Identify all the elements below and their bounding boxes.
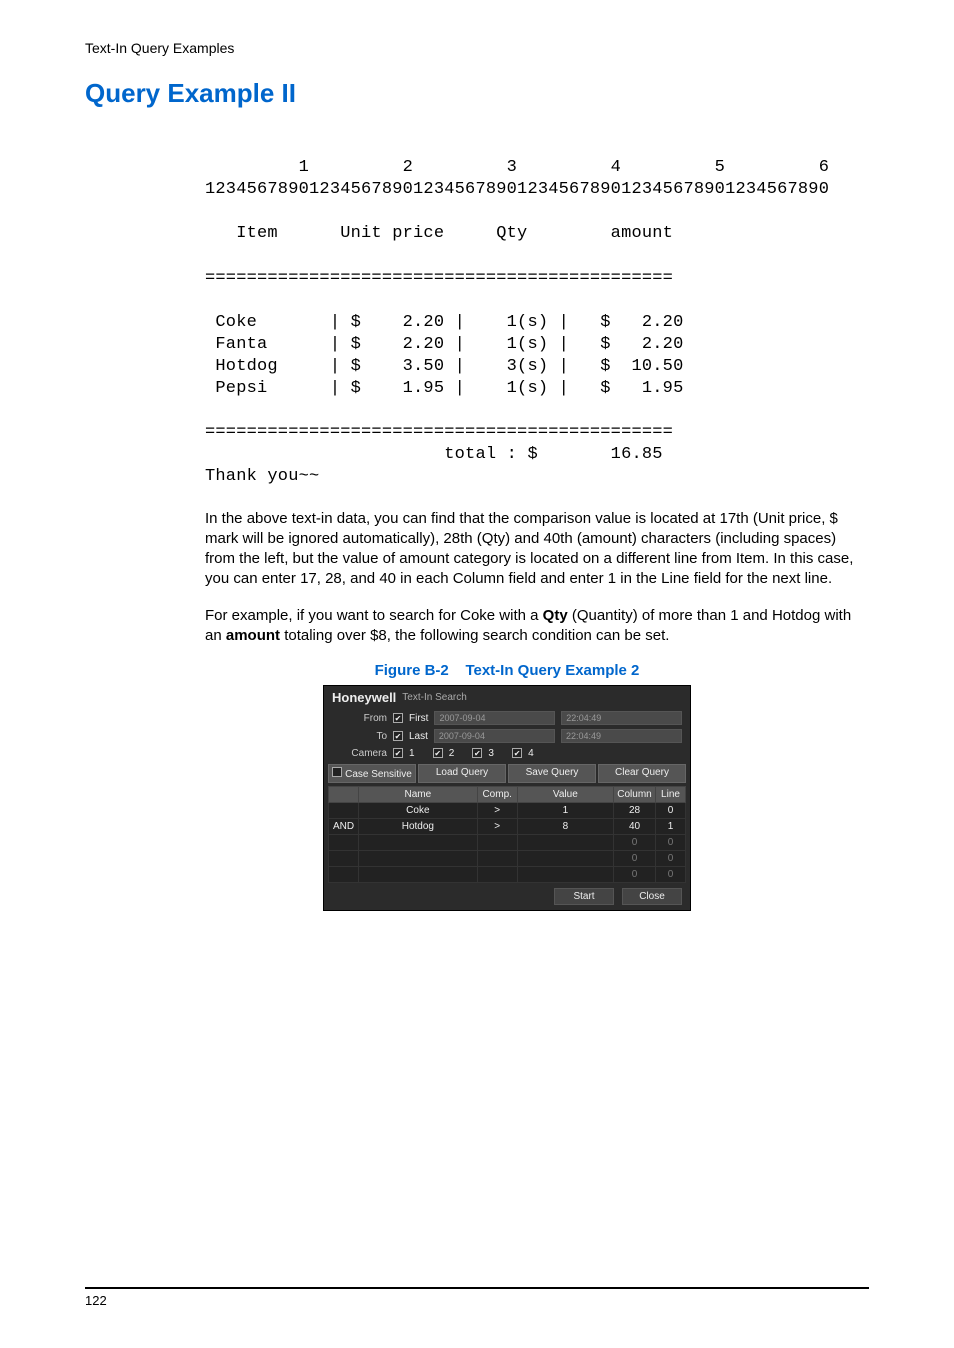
page-footer: 122	[85, 1287, 869, 1308]
receipt-line2: Fanta | $ 2.20 | 1(s) | $ 2.20	[205, 335, 683, 354]
first-label: First	[409, 713, 428, 724]
load-query-button[interactable]: Load Query	[418, 764, 506, 783]
to-date[interactable]: 2007-09-04	[434, 729, 555, 743]
col-line: Line	[656, 787, 686, 803]
table-row[interactable]: 00	[329, 851, 686, 867]
receipt-line1: Coke | $ 2.20 | 1(s) | $ 2.20	[205, 313, 683, 332]
case-sensitive-checkbox[interactable]	[332, 767, 342, 777]
ruler-tens: 1 2 3 4 5 6	[205, 158, 829, 177]
paragraph-1: In the above text-in data, you can find …	[205, 509, 869, 590]
last-label: Last	[409, 731, 428, 742]
receipt-block: 1 2 3 4 5 6 1234567890123456789012345678…	[205, 135, 869, 489]
col-column: Column	[614, 787, 656, 803]
from-date[interactable]: 2007-09-04	[434, 711, 555, 725]
col-value: Value	[517, 787, 613, 803]
paragraph-2: For example, if you want to search for C…	[205, 606, 869, 647]
from-time[interactable]: 22:04:49	[561, 711, 682, 725]
first-checkbox[interactable]	[393, 713, 403, 723]
receipt-sep: ========================================…	[205, 269, 673, 288]
page-title: Query Example II	[85, 78, 869, 109]
last-checkbox[interactable]	[393, 731, 403, 741]
to-label: To	[332, 731, 387, 742]
dialog-title: Text-In Search	[402, 692, 466, 703]
close-button[interactable]: Close	[622, 888, 682, 905]
page-number: 122	[85, 1293, 107, 1308]
table-row[interactable]: AND Hotdog > 8 40 1	[329, 819, 686, 835]
camera-4-checkbox[interactable]	[512, 748, 522, 758]
receipt-line4: Pepsi | $ 1.95 | 1(s) | $ 1.95	[205, 379, 683, 398]
dialog-brand: Honeywell	[332, 690, 396, 705]
receipt-header: Item Unit price Qty amount	[205, 224, 673, 243]
ruler-ones: 1234567890123456789012345678901234567890…	[205, 180, 829, 199]
col-op	[329, 787, 359, 803]
start-button[interactable]: Start	[554, 888, 614, 905]
case-sensitive-button[interactable]: Case Sensitive	[328, 764, 416, 783]
camera-3-checkbox[interactable]	[472, 748, 482, 758]
breadcrumb: Text-In Query Examples	[85, 40, 869, 56]
figure-caption: Figure B-2 Text-In Query Example 2	[145, 662, 869, 679]
camera-2-checkbox[interactable]	[433, 748, 443, 758]
save-query-button[interactable]: Save Query	[508, 764, 596, 783]
receipt-total: total : $ 16.85	[205, 445, 663, 464]
table-row[interactable]: 00	[329, 867, 686, 883]
receipt-line3: Hotdog | $ 3.50 | 3(s) | $ 10.50	[205, 357, 683, 376]
col-comp: Comp.	[477, 787, 517, 803]
search-dialog: Honeywell Text-In Search From First 2007…	[323, 685, 691, 911]
to-time[interactable]: 22:04:49	[561, 729, 682, 743]
table-row[interactable]: Coke > 1 28 0	[329, 803, 686, 819]
receipt-sep2: ========================================…	[205, 423, 673, 442]
receipt-thanks: Thank you~~	[205, 467, 319, 486]
clear-query-button[interactable]: Clear Query	[598, 764, 686, 783]
from-label: From	[332, 713, 387, 724]
camera-label: Camera	[332, 748, 387, 759]
camera-1-checkbox[interactable]	[393, 748, 403, 758]
query-table: Name Comp. Value Column Line Coke > 1 28…	[328, 786, 686, 883]
col-name: Name	[359, 787, 478, 803]
table-row[interactable]: 00	[329, 835, 686, 851]
